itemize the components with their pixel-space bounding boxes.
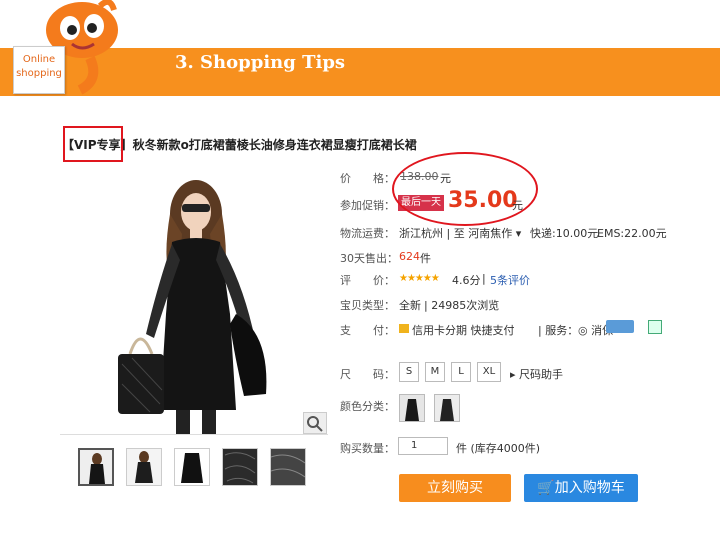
rating-separator: | [482,272,486,285]
badge-line-2: shopping [16,68,62,79]
zoom-button[interactable] [303,412,327,434]
item-condition: 全新 [399,299,421,312]
card-icon [399,324,409,333]
color-swatch-2[interactable] [434,394,460,422]
size-option-m[interactable]: M [425,362,445,382]
color-label: 颜色分类： [340,400,395,413]
color-swatch-1[interactable] [399,394,425,422]
main-product-image[interactable] [60,164,328,435]
quantity-input[interactable]: 1 [398,437,448,455]
price-highlight-circle [392,152,538,226]
type-label: 宝贝类型： [340,299,395,312]
rating-label: 评 价： [340,274,395,287]
rating-score: 4.6分 [452,274,481,287]
size-option-l[interactable]: L [451,362,471,382]
promo-label: 参加促销： [340,199,395,212]
payment-label: 支 付： [340,324,395,337]
thumbnail-5[interactable] [270,448,306,486]
vip-highlight-box [63,126,123,162]
thumbnail-4[interactable] [222,448,258,486]
sold-count: 624 [399,250,420,263]
badge-line-1: Online [22,54,56,65]
sold-unit: 件 [420,252,431,265]
slide-title: 3. Shopping Tips [175,52,346,73]
shipping-route[interactable]: 浙江杭州 | 至 河南焦作 ▾ [399,225,521,241]
product-title: 秋冬新款o打底裙蕾棱长油修身连衣裙显瘦打底裙长裙 [132,138,417,152]
sold-label: 30天售出： [340,252,398,265]
add-to-cart-label: 加入购物车 [554,480,625,496]
service-label: | 服务： [538,324,579,337]
online-shopping-badge: Online shopping [13,46,65,94]
add-to-cart-button[interactable]: 🛒加入购物车 [524,474,638,502]
express-fee: 快递:10.00元 [530,227,599,240]
quantity-label: 购买数量： [340,442,395,455]
service-chip [606,320,634,333]
cart-icon: 🛒 [537,480,555,496]
size-label: 尺 码： [340,368,395,381]
reviews-link[interactable]: 5条评价 [490,272,530,288]
thumbnail-1[interactable] [78,448,114,486]
verify-icon [648,320,662,334]
buy-now-button[interactable]: 立刻购买 [399,474,511,502]
stock-info: 件 (库存4000件) [456,442,541,455]
size-option-s[interactable]: S [399,362,419,382]
magnifier-icon [307,416,323,432]
size-option-xl[interactable]: XL [477,362,501,382]
thumbnail-3[interactable] [174,448,210,486]
view-count: | 24985次浏览 [424,299,500,312]
ems-fee: EMS:22.00元 [597,227,667,240]
payment-methods: 信用卡分期 快捷支付 [412,324,515,337]
thumbnail-2[interactable] [126,448,162,486]
size-helper-link[interactable]: ▸ 尺码助手 [510,366,563,382]
rating-stars: ★★★★★ [399,273,440,284]
price-label: 价 格： [340,172,395,185]
shipping-label: 物流运费： [340,227,395,240]
